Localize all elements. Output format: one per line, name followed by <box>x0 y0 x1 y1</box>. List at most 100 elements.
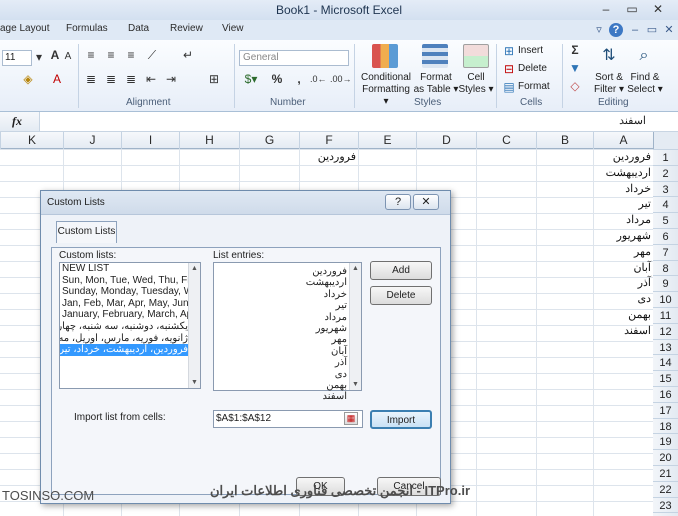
conditional-formatting-icon[interactable] <box>372 44 398 68</box>
fill-icon[interactable]: ▼ <box>568 61 582 75</box>
custom-list-item[interactable]: Jan, Feb, Mar, Apr, May, Jun, J <box>60 298 188 310</box>
column-header-c[interactable]: C <box>476 132 536 149</box>
delete-list-button[interactable]: Delete <box>370 286 432 305</box>
ribbon-minimize-icon[interactable]: ▿ <box>592 23 606 37</box>
cell-a4[interactable]: تیر <box>594 196 651 212</box>
wrap-text-icon[interactable]: ↵ <box>180 48 196 62</box>
decrease-decimal-icon[interactable]: .00→ <box>330 72 352 86</box>
add-button[interactable]: Add <box>370 261 432 280</box>
column-header-h[interactable]: H <box>179 132 239 149</box>
delete-button[interactable]: Delete <box>518 63 547 75</box>
row-header-10[interactable]: 10 <box>653 291 678 308</box>
insert-cells-icon[interactable]: ⊞ <box>502 44 516 58</box>
row-header-13[interactable]: 13 <box>653 338 678 355</box>
cell-styles-icon[interactable] <box>463 44 489 68</box>
percent-style-icon[interactable]: % <box>270 72 284 86</box>
row-header-20[interactable]: 20 <box>653 449 678 466</box>
cell-a10[interactable]: دی <box>594 291 651 307</box>
find-select-icon[interactable]: ⌕ <box>631 44 657 68</box>
cell-a3[interactable]: خرداد <box>594 181 651 197</box>
increase-decimal-icon[interactable]: .0← <box>310 72 327 86</box>
align-center-icon[interactable]: ≣ <box>104 72 118 86</box>
tab-review[interactable]: Review <box>170 23 203 34</box>
custom-lists-scrollbar[interactable]: ▲ ▼ <box>188 263 200 388</box>
window-minimize-icon[interactable]: – <box>628 23 642 37</box>
cell-a11[interactable]: بهمن <box>594 307 651 323</box>
close-window-button[interactable]: ✕ <box>646 1 670 17</box>
help-icon[interactable]: ? <box>609 23 623 37</box>
column-header-j[interactable]: J <box>63 132 121 149</box>
cell-a8[interactable]: آبان <box>594 260 651 276</box>
format-as-table-icon[interactable] <box>422 44 448 68</box>
row-header-3[interactable]: 3 <box>653 180 678 197</box>
cell-f1[interactable]: فروردین <box>300 149 356 165</box>
scroll-up-icon[interactable]: ▲ <box>189 263 200 274</box>
dialog-close-button[interactable]: ✕ <box>413 194 439 210</box>
tab-custom-lists[interactable]: Custom Lists <box>56 221 117 243</box>
custom-lists-listbox[interactable]: NEW LISTSun, Mon, Tue, Wed, Thu, Fri, SS… <box>59 262 201 389</box>
row-header-22[interactable]: 22 <box>653 480 678 497</box>
format-button[interactable]: Format <box>518 81 550 93</box>
cell-a9[interactable]: آذر <box>594 275 651 291</box>
cell-a2[interactable]: اردیبهشت <box>594 165 651 181</box>
row-header-4[interactable]: 4 <box>653 196 678 213</box>
row-header-1[interactable]: 1 <box>653 149 678 165</box>
conditional-formatting-button[interactable]: Conditional Formatting ▾ <box>359 72 413 108</box>
number-format-box[interactable]: General <box>239 50 349 66</box>
select-all-corner[interactable] <box>653 132 678 149</box>
align-middle-icon[interactable]: ≡ <box>104 48 118 62</box>
row-header-5[interactable]: 5 <box>653 212 678 229</box>
row-header-8[interactable]: 8 <box>653 259 678 276</box>
custom-list-item[interactable]: NEW LIST <box>60 263 188 275</box>
column-header-i[interactable]: I <box>121 132 179 149</box>
row-header-14[interactable]: 14 <box>653 354 678 371</box>
sort-filter-button[interactable]: Sort & Filter ▾ <box>592 72 626 96</box>
scroll-down-icon[interactable]: ▼ <box>350 379 361 390</box>
custom-list-item[interactable]: January, February, March, April <box>60 309 188 321</box>
import-button[interactable]: Import <box>370 410 432 429</box>
row-header-15[interactable]: 15 <box>653 370 678 387</box>
decrease-indent-icon[interactable]: ⇤ <box>144 72 158 86</box>
tab-view[interactable]: View <box>222 23 244 34</box>
font-size-dropdown-icon[interactable]: ▾ <box>34 50 44 64</box>
custom-list-item[interactable]: یکشنبه، دوشنبه، سه شنبه، چهار <box>60 321 188 333</box>
font-size-box[interactable]: 11 <box>2 50 32 66</box>
list-entries-textbox[interactable]: فروردین اردیبهشت خرداد تیر مرداد شهریور مهر آبا… <box>213 262 362 402</box>
insert-button[interactable]: Insert <box>518 45 543 57</box>
restore-button[interactable]: ▭ <box>620 1 644 17</box>
row-header-18[interactable]: 18 <box>653 417 678 434</box>
column-header-g[interactable]: G <box>239 132 299 149</box>
window-restore-icon[interactable]: ▭ <box>645 23 659 37</box>
clear-icon[interactable]: ◇ <box>568 79 582 93</box>
font-color-icon[interactable]: A <box>50 72 64 86</box>
dialog-help-button[interactable]: ? <box>385 194 411 210</box>
row-header-24[interactable]: 24 <box>653 512 678 516</box>
delete-cells-icon[interactable]: ⊟ <box>502 62 516 76</box>
scroll-up-icon[interactable]: ▲ <box>350 263 361 274</box>
column-header-a[interactable]: A <box>593 132 653 149</box>
row-header-19[interactable]: 19 <box>653 433 678 450</box>
orientation-icon[interactable]: ⟋ <box>144 48 160 62</box>
tab-data[interactable]: Data <box>128 23 149 34</box>
column-header-e[interactable]: E <box>358 132 416 149</box>
merge-center-icon[interactable]: ⊞ <box>206 72 222 86</box>
find-select-button[interactable]: Find & Select ▾ <box>626 72 664 96</box>
column-header-k[interactable]: K <box>0 132 63 149</box>
collapse-dialog-icon[interactable]: ▦ <box>344 412 358 425</box>
shrink-font-icon[interactable]: A <box>62 50 74 64</box>
column-header-b[interactable]: B <box>536 132 593 149</box>
column-header-f[interactable]: F <box>299 132 358 149</box>
insert-function-icon[interactable]: fx <box>0 112 40 131</box>
custom-list-item[interactable]: Sunday, Monday, Tuesday, Wec <box>60 286 188 298</box>
increase-indent-icon[interactable]: ⇥ <box>164 72 178 86</box>
row-header-12[interactable]: 12 <box>653 322 678 339</box>
cell-a12[interactable]: اسفند <box>594 323 651 339</box>
custom-list-item[interactable]: Sun, Mon, Tue, Wed, Thu, Fri, S <box>60 275 188 287</box>
fill-color-icon[interactable]: ◈ <box>20 72 36 86</box>
row-header-23[interactable]: 23 <box>653 496 678 513</box>
format-cells-icon[interactable]: ▤ <box>502 80 516 94</box>
align-right-icon[interactable]: ≣ <box>124 72 138 86</box>
row-header-6[interactable]: 6 <box>653 228 678 244</box>
sort-filter-icon[interactable]: ⇅ <box>596 44 622 68</box>
row-header-7[interactable]: 7 <box>653 243 678 260</box>
